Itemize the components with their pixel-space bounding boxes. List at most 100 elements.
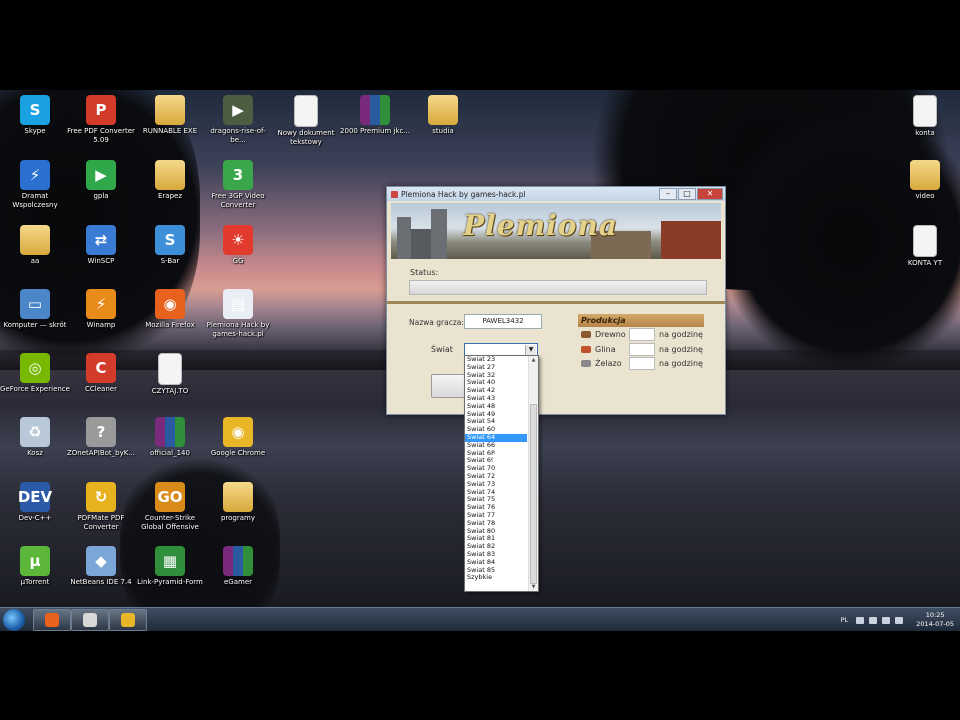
desktop-icon-sbar[interactable]: S S-Bar: [135, 225, 205, 287]
desktop-icon-kosz[interactable]: ♻ Kosz: [0, 417, 70, 479]
desktop-icon-devcpp[interactable]: DEV Dev-C++: [0, 482, 70, 544]
production-unit: na godzinę: [659, 330, 703, 339]
maximize-button[interactable]: □: [678, 188, 696, 200]
desktop-icon-label: WinSCP: [87, 257, 115, 265]
desktop-icon-label: GeForce Experience: [0, 385, 70, 393]
dropdown-option[interactable]: Świat 82: [465, 543, 527, 551]
window-icon: ▤: [223, 289, 253, 319]
dropdown-option[interactable]: Świat 73: [465, 481, 527, 489]
scroll-up-icon[interactable]: ▲: [529, 356, 538, 364]
desktop-icon-erapez[interactable]: Erapez: [135, 160, 205, 222]
desktop-icon-zonet[interactable]: ? ZOnetAPIBot_byK...: [66, 417, 136, 479]
desktop-icon-dramat[interactable]: ⚡ Dramat Wspolczesny: [0, 160, 70, 222]
dropdown-option[interactable]: Świat 85: [465, 567, 527, 575]
nick-input[interactable]: PAWEL3432: [464, 314, 542, 329]
folder-icon: [155, 95, 185, 125]
dropdown-option[interactable]: Świat 48: [465, 403, 527, 411]
desktop-icon-programy[interactable]: programy: [203, 482, 273, 544]
desktop-icon-studia[interactable]: studia: [408, 95, 478, 157]
desktop-icon-geforce[interactable]: ◎ GeForce Experience: [0, 353, 70, 415]
taskbar-button-firefox[interactable]: [33, 609, 71, 631]
dropdown-option[interactable]: Świat 76: [465, 504, 527, 512]
desktop-icon-video[interactable]: video: [890, 160, 960, 222]
desktop-icon-konta[interactable]: konta: [890, 95, 960, 157]
dropdown-option[interactable]: Świat 27: [465, 364, 527, 372]
dropdown-option[interactable]: Świat 43: [465, 395, 527, 403]
desktop-icon-chrome[interactable]: ◉ Google Chrome: [203, 417, 273, 479]
dropdown-option[interactable]: Świat 32: [465, 372, 527, 380]
clock[interactable]: 10:25 2014-07-05: [916, 611, 954, 629]
desktop-icon-label: 2000 Premium jkc...: [340, 127, 410, 135]
dropdown-option[interactable]: Świat 74: [465, 489, 527, 497]
dropdown-option[interactable]: Świat 77: [465, 512, 527, 520]
desktop-icon-aa[interactable]: aa: [0, 225, 70, 287]
dropdown-option[interactable]: Świat 72: [465, 473, 527, 481]
start-button-windows-icon[interactable]: [3, 609, 25, 631]
desktop-icon-skype[interactable]: S Skype: [0, 95, 70, 157]
desktop-icon-pdfmate[interactable]: ↻ PDFMate PDF Converter: [66, 482, 136, 544]
desktop-icon-free-pdf[interactable]: P Free PDF Converter 5.09: [66, 95, 136, 157]
dropdown-option[interactable]: Świat 42: [465, 387, 527, 395]
desktop-icon-premium[interactable]: 2000 Premium jkc...: [340, 95, 410, 157]
taskbar-button-recorder[interactable]: [71, 609, 109, 631]
desktop-icon-dragons[interactable]: ▶ dragons-rise-of-be...: [203, 95, 273, 157]
action-center-icon[interactable]: [856, 616, 865, 624]
dropdown-option[interactable]: Świat 64: [465, 433, 527, 442]
desktop-icon-winscp[interactable]: ⇄ WinSCP: [66, 225, 136, 287]
minimize-button[interactable]: –: [659, 188, 677, 200]
video-icon: ▶: [223, 95, 253, 125]
dropdown-option[interactable]: Świat 83: [465, 551, 527, 559]
dropdown-option[interactable]: Świat 84: [465, 559, 527, 567]
clay-rate-field[interactable]: [629, 343, 655, 356]
desktop-icon-label: CCleaner: [85, 385, 117, 393]
desktop-icon-gpla[interactable]: ▶ gpla: [66, 160, 136, 222]
production-name: Żelazo: [595, 359, 622, 368]
volume-icon[interactable]: [882, 616, 891, 624]
network-icon[interactable]: [869, 616, 878, 624]
desktop-icon-ccleaner[interactable]: C CCleaner: [66, 353, 136, 415]
desktop-icon-free3gp[interactable]: 3 Free 3GP Video Converter: [203, 160, 273, 222]
dropdown-option[interactable]: Świat 66: [465, 442, 527, 450]
wood-rate-field[interactable]: [629, 328, 655, 341]
desktop-icon-label: Free PDF Converter 5.09: [67, 127, 135, 144]
dropdown-option[interactable]: Świat 54: [465, 418, 527, 426]
desktop-icon-official[interactable]: official_140: [135, 417, 205, 479]
start-button[interactable]: [431, 374, 467, 398]
dropdown-option[interactable]: Świat 70: [465, 465, 527, 473]
dropdown-option[interactable]: Świat 23: [465, 356, 527, 364]
dropdown-option[interactable]: Świat 40: [465, 379, 527, 387]
separator: [387, 301, 725, 304]
desktop-icon-komputer[interactable]: ▭ Komputer — skrót: [0, 289, 70, 351]
taskbar-button-plemiona[interactable]: [109, 609, 147, 631]
desktop-icon-czytaj[interactable]: CZYTAJ.TO: [135, 353, 205, 415]
desktop-icon-label: dragons-rise-of-be...: [210, 127, 266, 144]
dropdown-option[interactable]: Szybkie: [465, 574, 527, 582]
desktop-icon-cs[interactable]: GO Counter-Strike Global Offensive: [135, 482, 205, 544]
dropdown-option[interactable]: Świat 81: [465, 535, 527, 543]
iron-rate-field[interactable]: [629, 357, 655, 370]
language-indicator[interactable]: PL: [841, 616, 849, 624]
scroll-down-icon[interactable]: ▼: [529, 583, 538, 591]
dropdown-option[interactable]: Świat 80: [465, 528, 527, 536]
dropdown-option[interactable]: Świat 60: [465, 426, 527, 434]
desktop-icon-label: KONTA YT: [907, 259, 943, 267]
scrollbar-thumb[interactable]: [530, 404, 537, 584]
desktop-icon-firefox[interactable]: ◉ Mozilla Firefox: [135, 289, 205, 351]
desktop-icon-gg[interactable]: ☀ GG: [203, 225, 273, 287]
chevron-down-icon[interactable]: ▼: [525, 345, 536, 355]
battery-icon[interactable]: [895, 616, 904, 624]
close-button[interactable]: ✕: [697, 188, 723, 200]
dropdown-option[interactable]: Świat 78: [465, 520, 527, 528]
desktop-icon-plemiona-hack[interactable]: ▤ Plemiona Hack by games-hack.pl: [203, 289, 273, 351]
desktop-icon-runnable[interactable]: RUNNABLE EXE: [135, 95, 205, 157]
dropdown-option[interactable]: Świat 75: [465, 496, 527, 504]
desktop-icon-utorrent[interactable]: µ µTorrent: [0, 546, 70, 608]
desktop-icon-linkpyramid[interactable]: ▦ Link-Pyramid-Form: [135, 546, 205, 608]
desktop-icon-konta-yt[interactable]: KONTA YT: [890, 225, 960, 287]
dropdown-scrollbar[interactable]: ▲ ▼: [528, 356, 538, 591]
desktop-icon-nowy-doc[interactable]: Nowy dokument tekstowy: [271, 95, 341, 157]
desktop-icon-egamer[interactable]: eGamer: [203, 546, 273, 608]
desktop-icon-winamp[interactable]: ⚡ Winamp: [66, 289, 136, 351]
dropdown-option[interactable]: Świat 49: [465, 411, 527, 419]
desktop-icon-netbeans[interactable]: ◆ NetBeans IDE 7.4: [66, 546, 136, 608]
